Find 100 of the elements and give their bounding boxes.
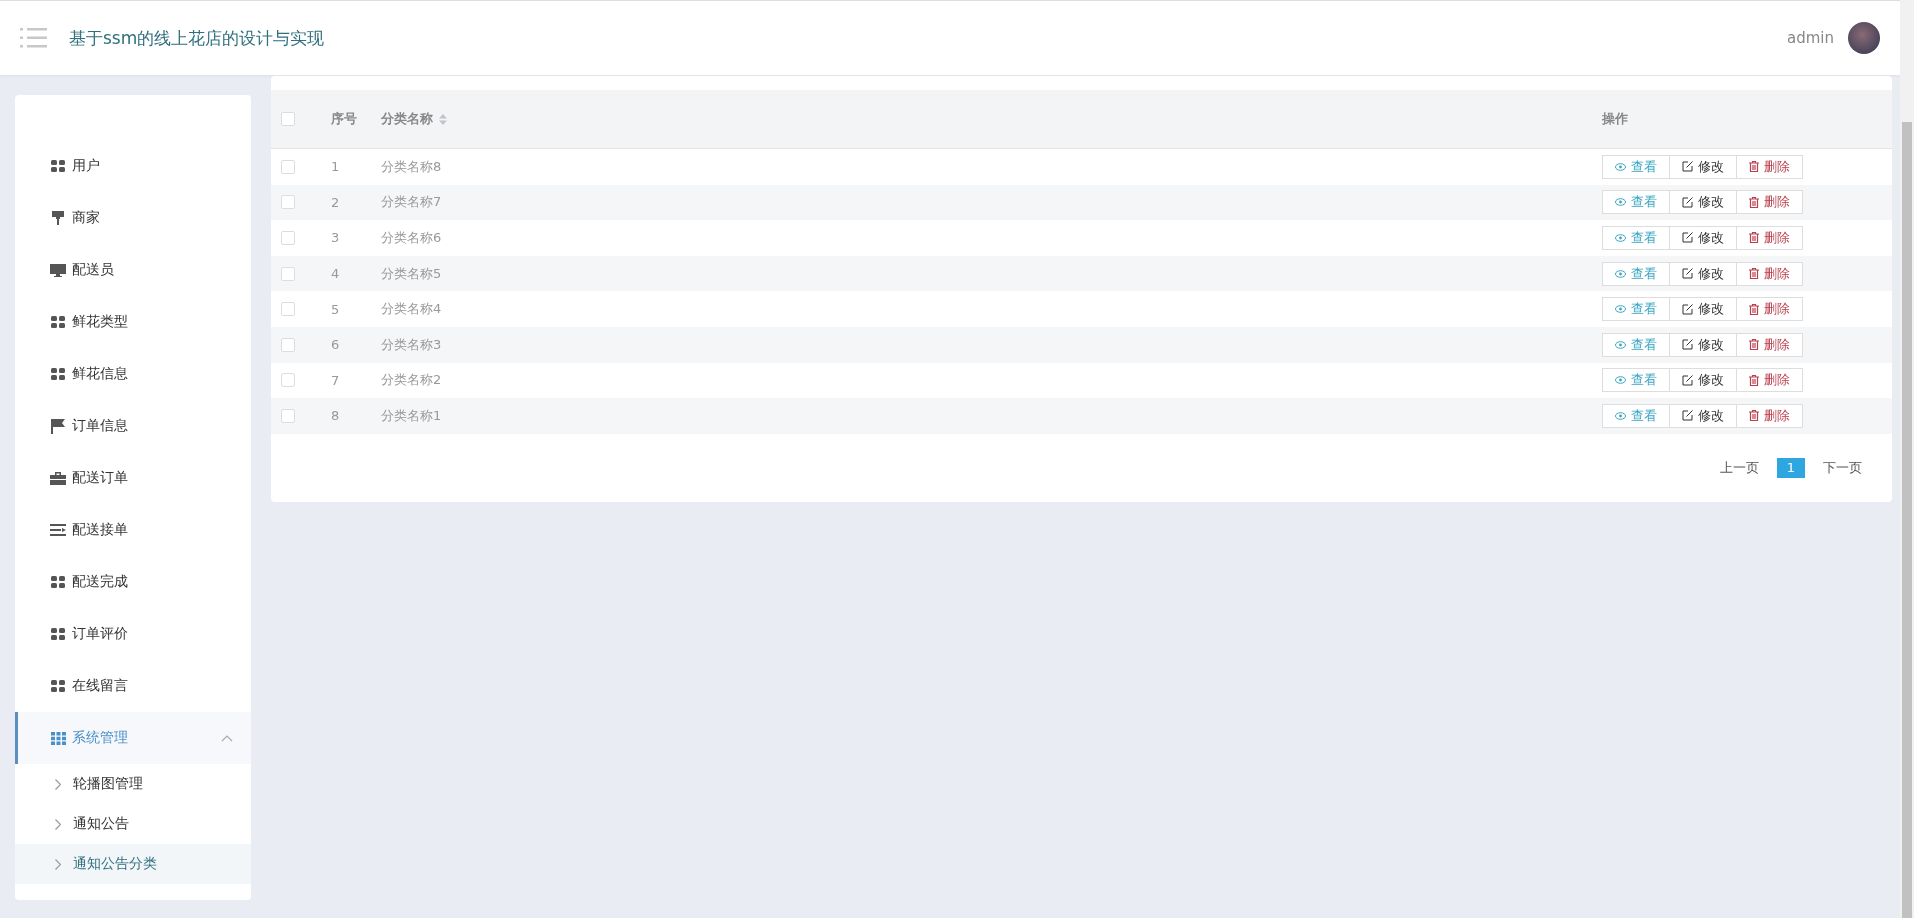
edit-icon: [1682, 268, 1693, 280]
edit-button[interactable]: 修改: [1669, 297, 1737, 322]
table-cell-text: 5: [331, 301, 341, 317]
checkbox[interactable]: [281, 195, 295, 210]
table-cell-text: 3: [331, 230, 341, 246]
edit-icon: [1682, 339, 1693, 351]
checkbox[interactable]: [281, 112, 295, 126]
table-cell-text: 分类名称1: [381, 406, 443, 425]
eye-icon: [1615, 305, 1626, 314]
trash-icon: [1749, 161, 1759, 173]
trash-icon: [1749, 232, 1759, 244]
grid-icon: [51, 628, 65, 640]
submenu-item[interactable]: 通知公告: [15, 804, 251, 844]
grid-icon: [51, 576, 65, 588]
delete-button[interactable]: 删除: [1736, 368, 1803, 393]
eye-icon: [1615, 376, 1626, 385]
column-header: 序号: [331, 110, 357, 128]
edit-button[interactable]: 修改: [1669, 368, 1737, 393]
table-cell-text: 1: [331, 159, 341, 175]
checkbox[interactable]: [281, 408, 295, 423]
eye-icon: [1615, 340, 1626, 349]
sidebar-item[interactable]: 鲜花信息: [15, 348, 251, 400]
trash-icon: [1749, 196, 1759, 208]
table-cell-text: 2: [331, 194, 341, 210]
list-icon: [50, 524, 66, 536]
sidebar-item[interactable]: 鲜花类型: [15, 296, 251, 348]
avatar[interactable]: [1848, 22, 1880, 54]
delete-button[interactable]: 删除: [1736, 332, 1803, 357]
edit-button[interactable]: 修改: [1669, 226, 1737, 250]
edit-button[interactable]: 修改: [1669, 261, 1737, 286]
edit-icon: [1682, 196, 1693, 208]
checkbox[interactable]: [281, 302, 295, 317]
scrollbar[interactable]: [1900, 0, 1914, 918]
edit-button[interactable]: 修改: [1669, 154, 1737, 179]
submenu-item[interactable]: 通知公告分类: [15, 844, 251, 884]
edit-icon: [1682, 232, 1693, 244]
edit-icon: [1682, 303, 1693, 315]
sort-icon[interactable]: [439, 113, 447, 125]
delete-button[interactable]: 删除: [1736, 190, 1803, 215]
edit-button[interactable]: 修改: [1669, 190, 1737, 215]
sidebar-item[interactable]: 用户: [15, 140, 251, 192]
sidebar-item[interactable]: 配送完成: [15, 556, 251, 608]
trash-icon: [1749, 374, 1759, 386]
table-cell-text: 分类名称4: [381, 300, 443, 319]
sidebar-item[interactable]: 订单信息: [15, 400, 251, 452]
grid-icon: [51, 316, 65, 328]
trash-icon: [1749, 410, 1759, 422]
grid-icon: [51, 368, 65, 380]
table-cell-text: 分类名称2: [381, 371, 443, 390]
chevron-right-icon: [55, 858, 61, 870]
eye-icon: [1615, 234, 1626, 242]
sidebar-item[interactable]: 配送员: [15, 244, 251, 296]
sidebar-item[interactable]: 商家: [15, 192, 251, 244]
prev-page-link[interactable]: 上一页: [1720, 458, 1759, 477]
sidebar-item[interactable]: 订单评价: [15, 608, 251, 660]
table-cell-text: 6: [331, 337, 341, 353]
eye-icon: [1615, 269, 1626, 278]
table-cell-text: 8: [331, 408, 341, 424]
checkbox[interactable]: [281, 373, 295, 388]
sidebar-item[interactable]: 配送订单: [15, 452, 251, 504]
username[interactable]: admin: [1787, 29, 1834, 47]
chevron-right-icon: [55, 778, 61, 790]
table-cell-text: 分类名称7: [381, 193, 443, 212]
briefcase-icon: [50, 471, 66, 485]
checkbox[interactable]: [281, 231, 295, 245]
eye-icon: [1615, 411, 1626, 420]
menu-icon[interactable]: [20, 28, 47, 48]
eye-icon: [1615, 198, 1626, 207]
table-cell-text: 分类名称6: [381, 229, 443, 247]
table-cell-text: 7: [331, 372, 341, 388]
monitor-icon: [50, 263, 66, 277]
grid-icon: [51, 160, 65, 172]
delete-button[interactable]: 删除: [1736, 403, 1803, 428]
delete-button[interactable]: 删除: [1736, 261, 1803, 286]
edit-button[interactable]: 修改: [1669, 403, 1737, 428]
sidebar-item[interactable]: 在线留言: [15, 660, 251, 712]
delete-button[interactable]: 删除: [1736, 297, 1803, 322]
table-cell-text: 分类名称5: [381, 264, 443, 283]
grid-icon: [51, 680, 65, 692]
checkbox[interactable]: [281, 159, 295, 174]
edit-button[interactable]: 修改: [1669, 332, 1737, 357]
edit-icon: [1682, 374, 1693, 386]
sidebar-item[interactable]: 配送接单: [15, 504, 251, 556]
delete-button[interactable]: 删除: [1736, 154, 1803, 179]
table-cell-text: 分类名称3: [381, 335, 443, 354]
app-title: 基于ssm的线上花店的设计与实现: [69, 26, 325, 50]
table-grid-icon: [50, 731, 66, 745]
checkbox[interactable]: [281, 337, 295, 352]
column-header: 操作: [1602, 110, 1628, 128]
checkbox[interactable]: [281, 266, 295, 281]
paint-roller-icon: [52, 211, 64, 225]
submenu-item[interactable]: 轮播图管理: [15, 764, 251, 804]
edit-icon: [1682, 161, 1693, 173]
flag-icon: [51, 418, 65, 434]
table-cell-text: 分类名称8: [381, 157, 443, 176]
table-cell-text: 4: [331, 266, 341, 282]
next-page-link[interactable]: 下一页: [1823, 458, 1862, 477]
delete-button[interactable]: 删除: [1736, 226, 1803, 250]
trash-icon: [1749, 268, 1759, 280]
trash-icon: [1749, 303, 1759, 315]
